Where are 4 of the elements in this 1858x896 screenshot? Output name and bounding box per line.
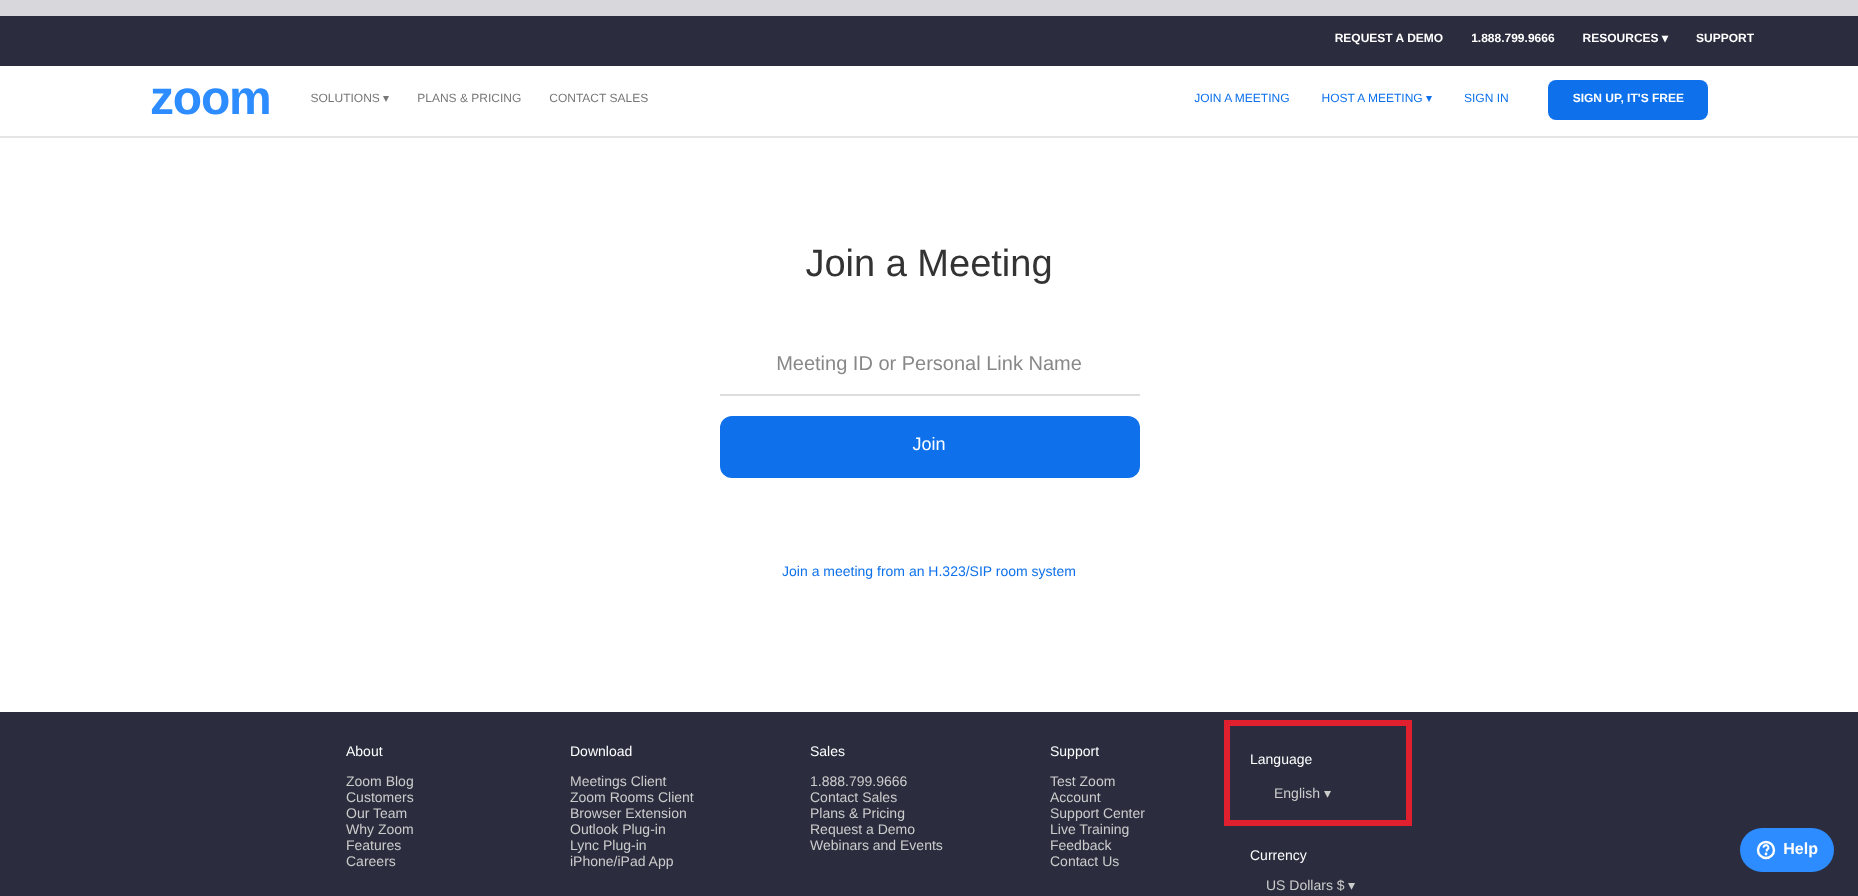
meeting-id-field[interactable]: Meeting ID or Personal Link Name	[719, 335, 1139, 396]
join-button[interactable]: Join	[719, 415, 1139, 478]
help-icon	[1755, 839, 1776, 860]
page-title: Join a Meeting	[805, 242, 1053, 291]
